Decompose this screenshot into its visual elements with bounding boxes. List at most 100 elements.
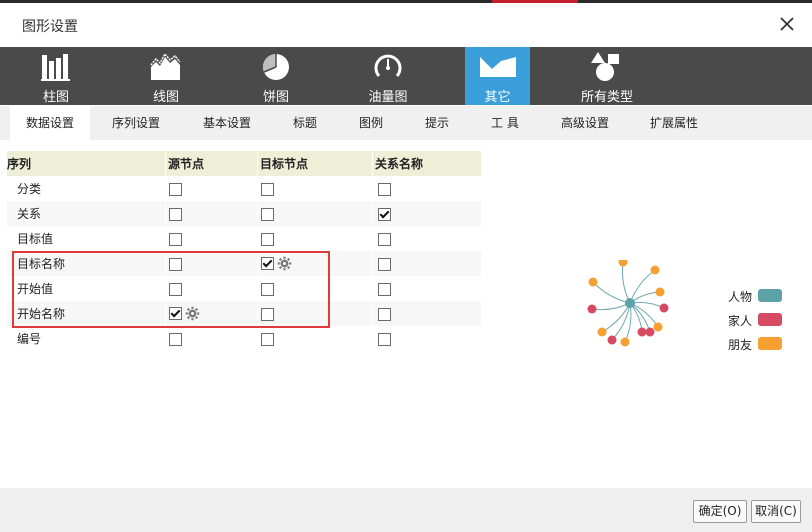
table-row: 目标值 <box>7 226 481 251</box>
source-node-checkbox[interactable] <box>169 232 182 246</box>
legend-label: 朋友 <box>728 338 753 352</box>
target-node-cell <box>257 326 373 351</box>
dialog-titlebar: 图形设置 <box>0 3 812 47</box>
bar-chart-icon <box>41 54 70 81</box>
header-source-node: 源节点 <box>165 151 258 176</box>
source-node-cell <box>165 226 258 251</box>
other-chart-icon <box>479 57 516 77</box>
graph-node <box>650 265 660 275</box>
graph-node <box>607 335 617 345</box>
subtab-series-settings[interactable]: 序列设置 <box>112 106 160 140</box>
source-node-checkbox[interactable] <box>169 207 182 221</box>
graph-node <box>620 337 630 347</box>
ok-button[interactable]: 确定(O) <box>693 500 747 523</box>
graph-center-node <box>625 298 635 308</box>
table-header-row: 序列 源节点 目标节点 关系名称 <box>7 151 481 176</box>
relation-name-cell <box>372 201 481 226</box>
highlight-box <box>12 251 330 328</box>
source-node-checkbox[interactable] <box>169 332 182 346</box>
relation-name-checkbox[interactable] <box>378 257 391 271</box>
subtab-tooltip[interactable]: 提示 <box>425 106 449 140</box>
chart-type-all[interactable]: 所有类型 <box>574 47 640 105</box>
graph-edge <box>624 302 632 343</box>
target-node-cell <box>257 201 373 226</box>
chart-type-label: 其它 <box>484 90 511 105</box>
chart-type-bar-chart[interactable]: 柱图 <box>20 47 92 105</box>
graph-node <box>637 327 647 337</box>
subtab-tools[interactable]: 工 具 <box>491 106 519 140</box>
chart-type-pie-chart[interactable]: 饼图 <box>240 47 312 105</box>
target-node-checkbox[interactable] <box>261 332 274 346</box>
series-name: 编号 <box>17 332 42 346</box>
relation-name-checkbox[interactable] <box>378 307 391 321</box>
graph-node <box>659 303 669 313</box>
target-node-checkbox[interactable] <box>261 207 274 221</box>
dialog-footer <box>0 488 812 532</box>
graph-edge <box>592 281 631 304</box>
relation-name-cell <box>372 176 481 201</box>
settings-subtabs: 数据设置 序列设置 基本设置 标题 图例 提示 工 具 高级设置 扩展属性 <box>0 106 812 140</box>
graph-edge <box>591 302 631 311</box>
chart-type-label: 所有类型 <box>580 90 633 105</box>
chart-type-label: 柱图 <box>42 90 69 105</box>
target-node-cell <box>257 176 373 201</box>
target-node-checkbox[interactable] <box>261 232 274 246</box>
close-icon[interactable] <box>776 13 798 35</box>
target-node-checkbox[interactable] <box>261 182 274 196</box>
graph-node <box>645 327 655 337</box>
subtab-data-settings[interactable]: 数据设置 <box>10 106 90 140</box>
line-chart-icon <box>150 53 181 80</box>
source-node-cell <box>165 176 258 201</box>
chart-type-label: 油量图 <box>368 90 408 105</box>
chart-type-gauge[interactable]: 油量图 <box>352 47 424 105</box>
graph-edge <box>621 261 631 304</box>
graph-node <box>597 327 607 337</box>
graph-node <box>653 322 663 332</box>
chart-type-label: 线图 <box>152 90 179 105</box>
relation-name-checkbox[interactable] <box>378 232 391 246</box>
legend-swatch <box>758 313 782 326</box>
header-series: 序列 <box>7 151 166 176</box>
header-target-node: 目标节点 <box>257 151 373 176</box>
series-name: 分类 <box>17 182 42 196</box>
table-row: 分类 <box>7 176 481 201</box>
relation-name-cell <box>372 301 481 326</box>
legend-item-person: 人物 <box>728 288 782 305</box>
series-name: 关系 <box>7 201 166 226</box>
subtab-advanced[interactable]: 高级设置 <box>561 106 609 140</box>
header-relation-name: 关系名称 <box>372 151 481 176</box>
graph-preview <box>587 260 669 347</box>
chart-type-line-chart[interactable]: 线图 <box>130 47 202 105</box>
relation-name-checkbox[interactable] <box>378 182 391 196</box>
relation-name-cell <box>372 251 481 276</box>
series-name: 目标值 <box>17 232 54 246</box>
subtab-title[interactable]: 标题 <box>293 106 317 140</box>
data-settings-panel: 序列 源节点 目标节点 关系名称 分类 关系 目标值 目标名称 开始值 开始名称 编号 人物… <box>0 140 812 488</box>
subtab-extended[interactable]: 扩展属性 <box>650 106 698 140</box>
graph-node <box>587 304 597 314</box>
relation-name-cell <box>372 276 481 301</box>
chart-type-other[interactable]: 其它 <box>465 47 530 105</box>
source-node-cell <box>165 201 258 226</box>
relation-name-cell <box>372 326 481 351</box>
shapes-icon <box>591 52 619 81</box>
graph-node <box>588 277 598 287</box>
source-node-checkbox[interactable] <box>169 182 182 196</box>
relation-name-cell <box>372 226 481 251</box>
legend-item-friend: 朋友 <box>728 336 782 353</box>
legend-label: 家人 <box>728 314 753 328</box>
relation-name-checkbox[interactable] <box>378 282 391 296</box>
table-row: 编号 <box>7 326 481 351</box>
relation-name-checkbox[interactable] <box>378 207 391 221</box>
source-node-cell <box>165 326 258 351</box>
relation-name-checkbox[interactable] <box>378 332 391 346</box>
subtab-basic-settings[interactable]: 基本设置 <box>203 106 251 140</box>
subtab-legend[interactable]: 图例 <box>359 106 383 140</box>
cancel-button[interactable]: 取消(C) <box>751 500 801 523</box>
legend-swatch <box>758 337 782 350</box>
graph-node <box>655 287 665 297</box>
pie-chart-icon <box>263 54 289 80</box>
legend-swatch <box>758 289 782 302</box>
gauge-icon <box>374 54 402 77</box>
legend-item-family: 家人 <box>728 312 782 329</box>
